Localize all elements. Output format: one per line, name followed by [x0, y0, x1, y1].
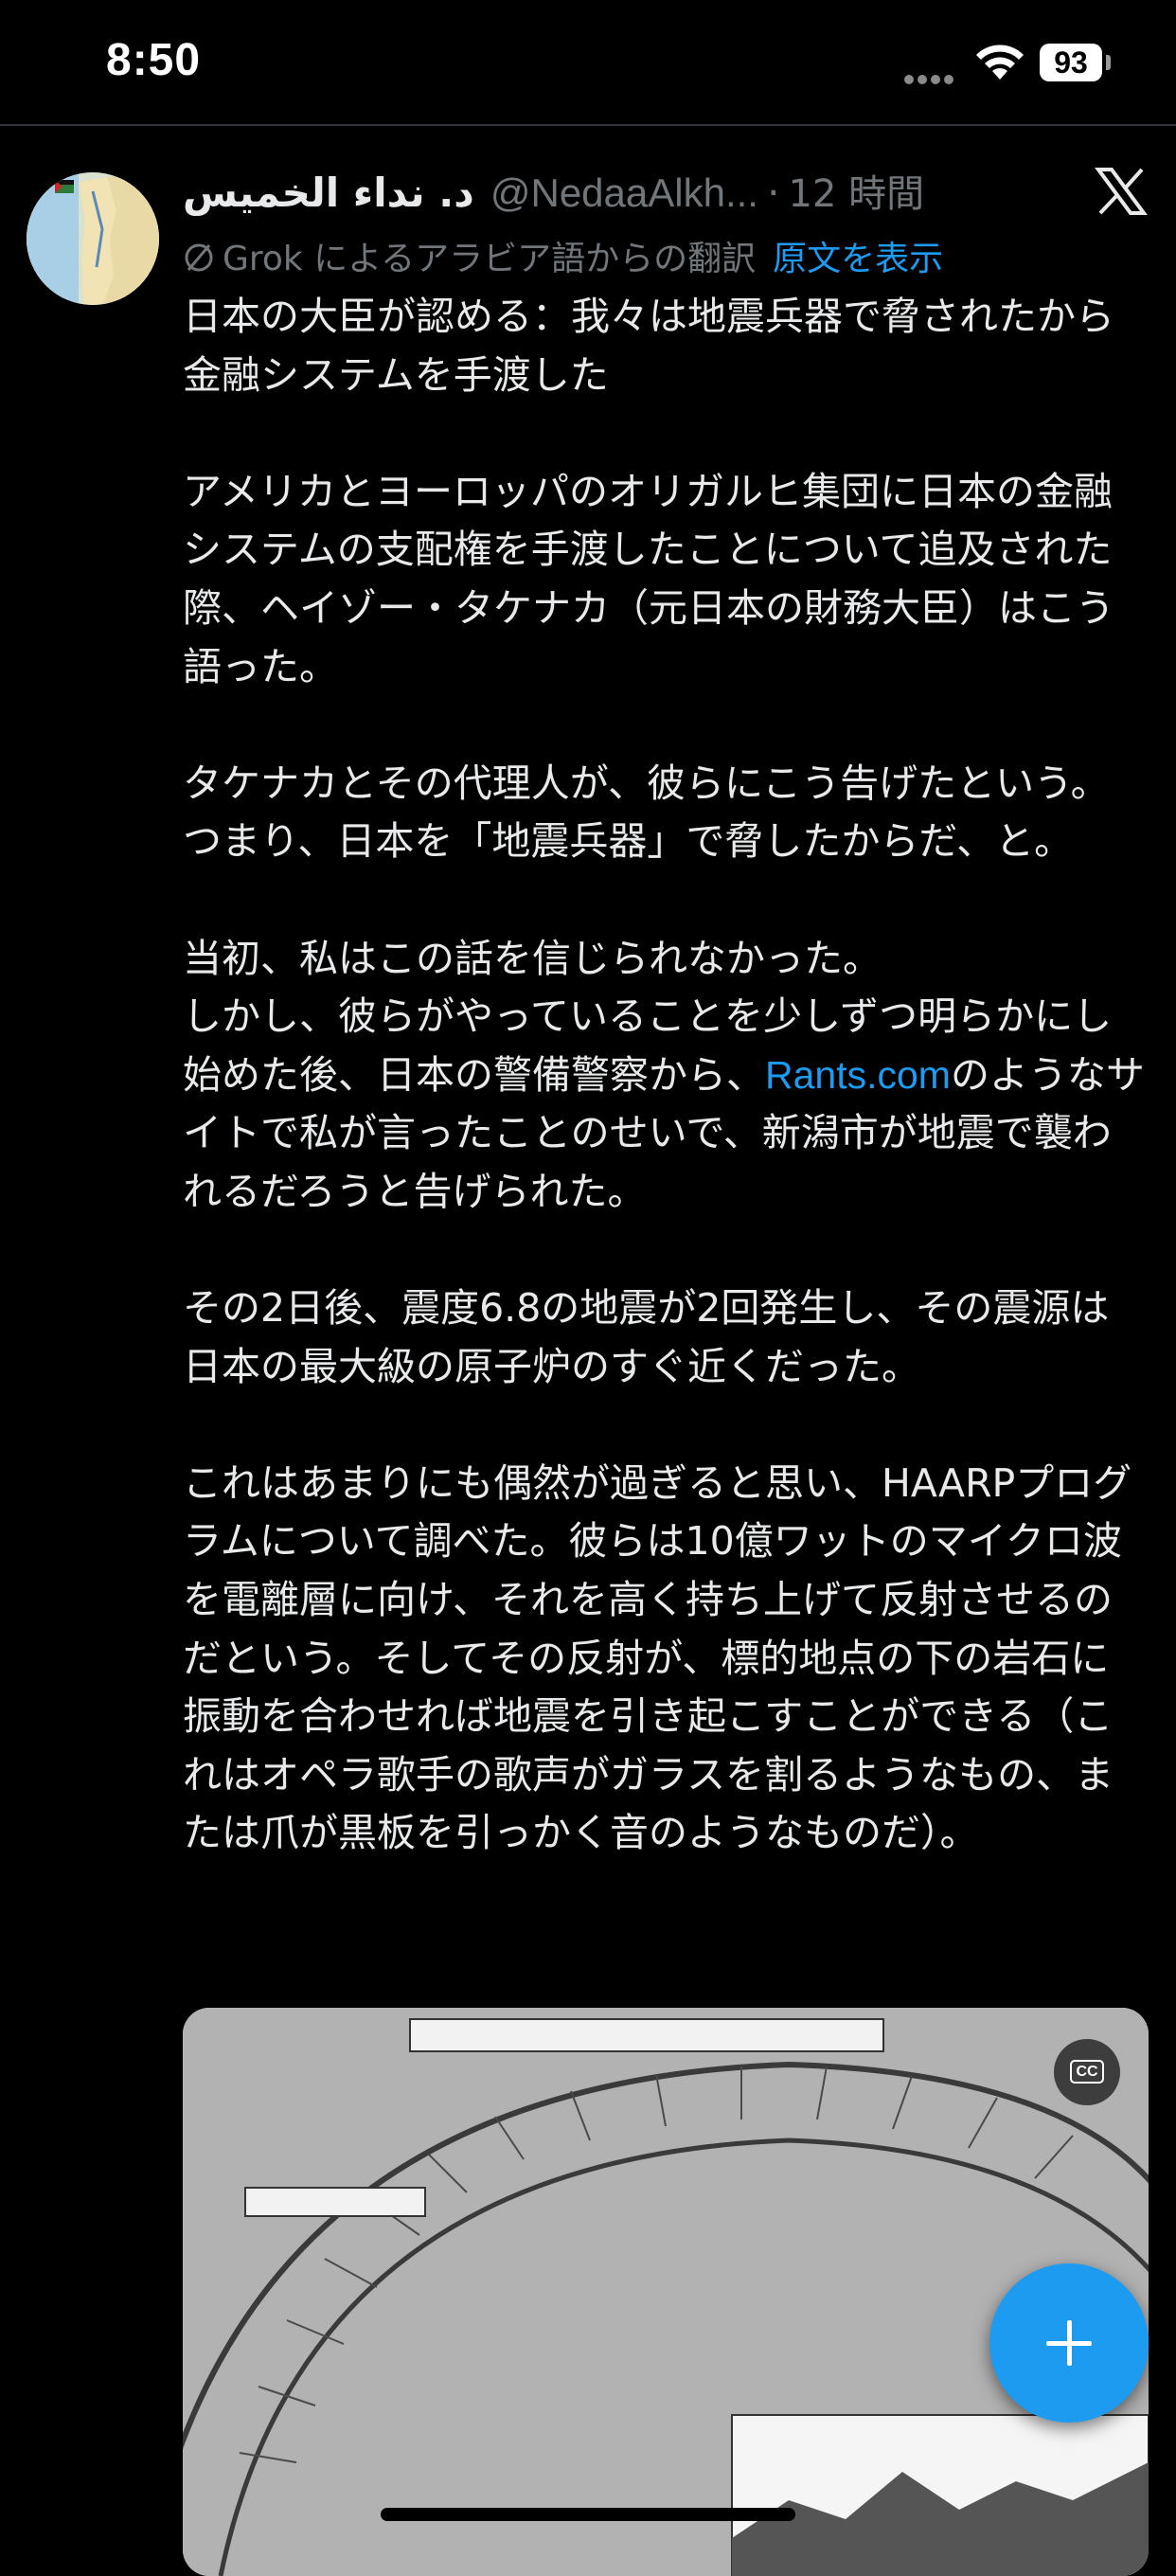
avatar-map-image	[27, 172, 159, 305]
video-thumbnail	[183, 2008, 1149, 2576]
status-time: 8:50	[106, 35, 202, 85]
post-paragraph-3: タケナカとその代理人が、彼らにこう告げたという。つまり、日本を「地震兵器」で脅し…	[183, 760, 1110, 865]
translation-label: Grok によるアラビア語からの翻訳	[223, 240, 757, 278]
plus-icon-vertical	[1067, 2320, 1072, 2366]
post-header: د. نداء الخميس @NedaaAlkh... · 12 時間	[183, 163, 997, 220]
rants-link[interactable]: Rants.com	[765, 1053, 951, 1097]
post-paragraph-4: 当初、私はこの話を信じられなかった。 しかし、彼らがやっていることを少しずつ明ら…	[183, 930, 1147, 1222]
x-logo-icon[interactable]	[1095, 167, 1148, 216]
closed-captions-button[interactable]: CC	[1054, 2039, 1120, 2105]
show-original-link[interactable]: 原文を表示	[773, 240, 943, 278]
post-paragraph-2: アメリカとヨーロッパのオリガルヒ集団に日本の金融システムの支配権を手渡したことに…	[183, 468, 1114, 689]
post-paragraph-6: これはあまりにも偶然が過ぎると思い、HAARPプログラムについて調べた。彼らは1…	[183, 1459, 1132, 1856]
battery-tip	[1106, 55, 1111, 70]
compose-button[interactable]	[989, 2263, 1149, 2423]
user-handle[interactable]: @NedaaAlkh...	[490, 170, 758, 215]
battery-icon: 93	[1040, 44, 1102, 81]
prohibited-icon	[185, 243, 213, 272]
display-name[interactable]: د. نداء الخميس	[183, 170, 474, 216]
status-bar: 8:50 93	[0, 0, 1176, 123]
post-paragraph-5: その2日後、震度6.8の地震が2回発生し、その震源は日本の最大級の原子炉のすぐ近…	[183, 1285, 1110, 1389]
cellular-signal-icon	[904, 70, 957, 88]
post-timestamp[interactable]: 12 時間	[789, 172, 925, 216]
post-paragraph-1: 日本の大臣が認める：我々は地震兵器で脅されたから金融システムを手渡した	[183, 294, 1114, 398]
avatar[interactable]	[27, 172, 159, 305]
post-paragraph-4-line-1: 当初、私はこの話を信じられなかった。	[183, 935, 882, 981]
translation-notice: Grok によるアラビア語からの翻訳 原文を表示	[183, 231, 943, 280]
header-divider	[0, 124, 1176, 126]
cc-label: CC	[1070, 2060, 1104, 2084]
home-indicator[interactable]	[381, 2508, 795, 2521]
post-video[interactable]	[183, 2008, 1149, 2576]
wifi-icon	[976, 45, 1024, 80]
post-text: 日本の大臣が認める：我々は地震兵器で脅されたから金融システムを手渡した アメリカ…	[183, 288, 1147, 1863]
separator-dot: ·	[767, 170, 780, 216]
